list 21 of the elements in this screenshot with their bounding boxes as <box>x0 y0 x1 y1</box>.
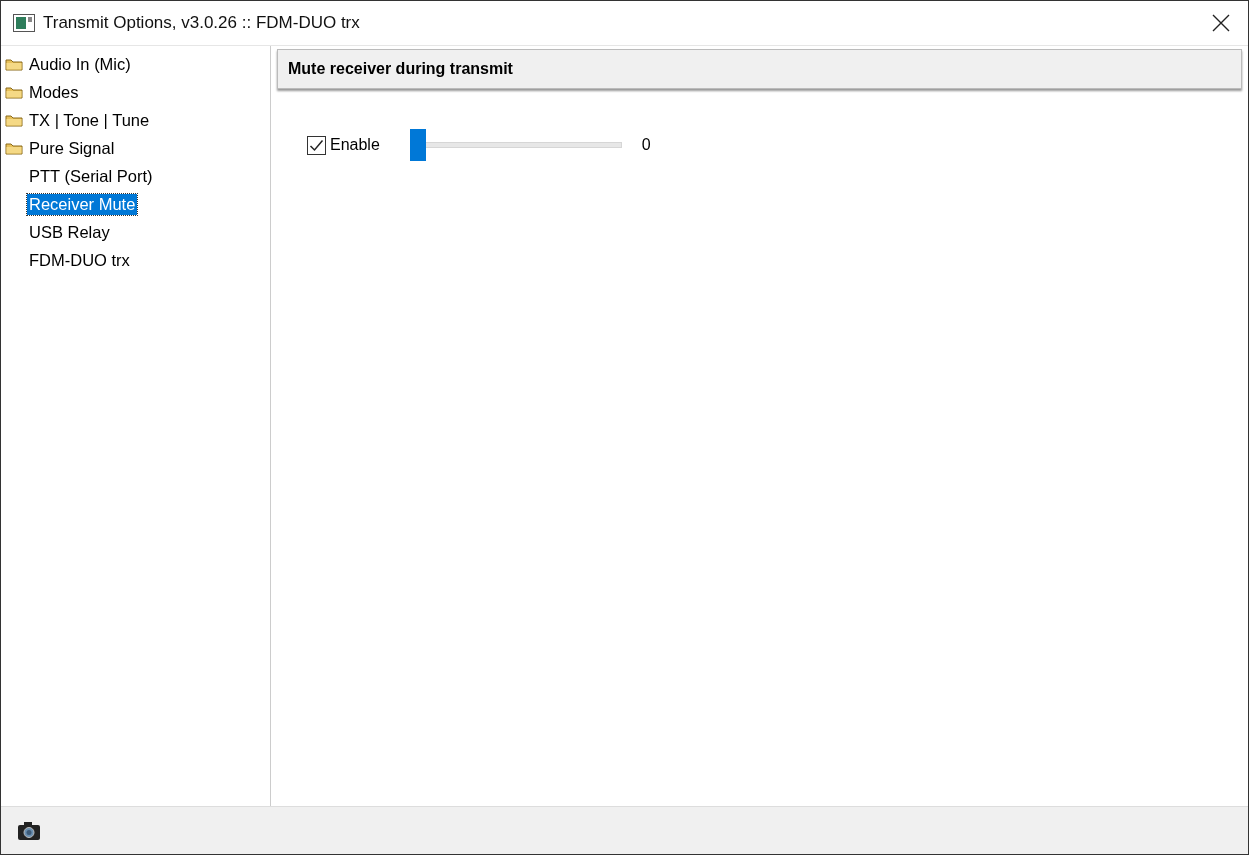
slider-value: 0 <box>641 136 651 154</box>
folder-icon <box>5 85 23 99</box>
enable-checkbox[interactable] <box>307 135 326 155</box>
tree-item[interactable]: Receiver Mute <box>27 193 138 215</box>
section-header: Mute receiver during transmit <box>277 49 1242 89</box>
tree-item[interactable]: FDM-DUO trx <box>27 249 132 271</box>
tree-item[interactable]: PTT (Serial Port) <box>27 165 155 187</box>
folder-icon <box>5 57 23 71</box>
checkbox-label: Enable <box>330 136 380 154</box>
window-title: Transmit Options, v3.0.26 :: FDM-DUO trx <box>43 13 360 33</box>
tree-item[interactable]: Audio In (Mic) <box>27 53 133 75</box>
camera-icon[interactable] <box>17 820 41 841</box>
tree-item[interactable]: USB Relay <box>27 221 112 243</box>
slider[interactable] <box>409 129 622 161</box>
tree-item[interactable]: Modes <box>27 81 81 103</box>
slider-thumb[interactable] <box>409 129 426 161</box>
folder-icon <box>5 113 23 127</box>
tree-item[interactable]: Pure Signal <box>27 137 117 159</box>
folder-icon <box>5 141 23 155</box>
app-icon <box>13 14 35 32</box>
tree-item[interactable]: TX | Tone | Tune <box>27 109 152 131</box>
